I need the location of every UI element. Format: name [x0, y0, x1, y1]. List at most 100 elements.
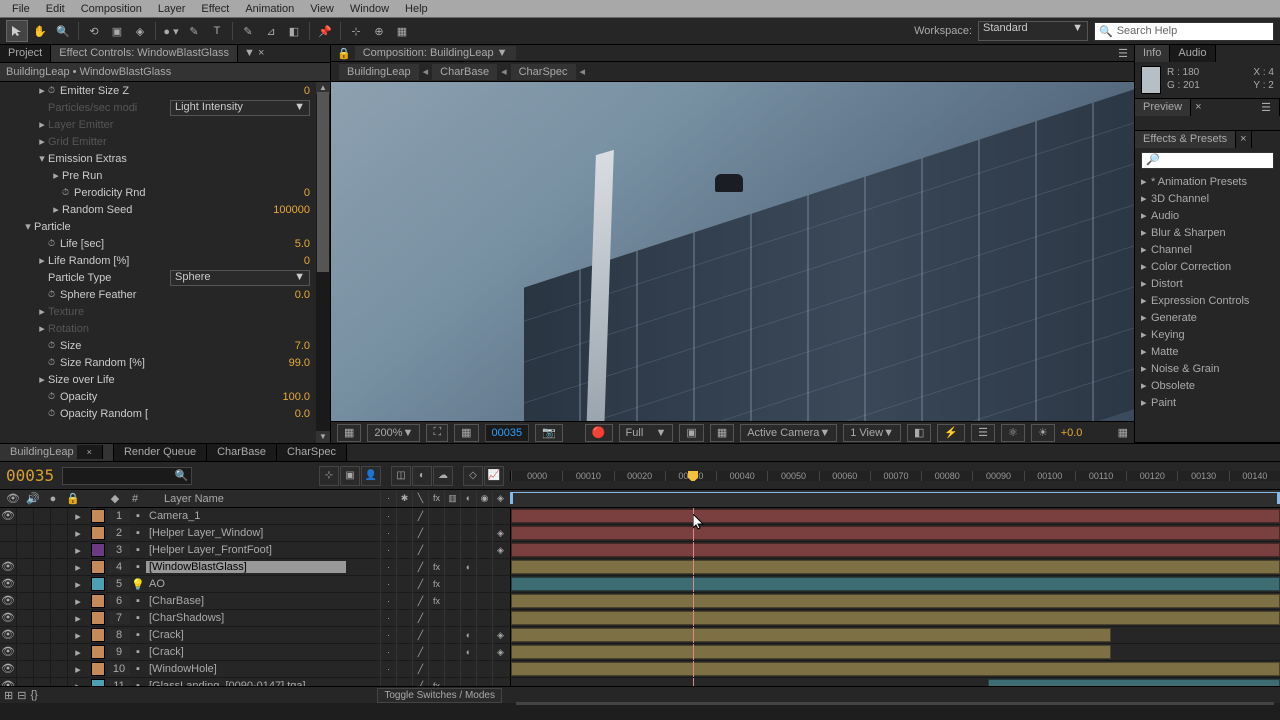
comp-mini-flowchart-icon[interactable]: ⊹	[319, 466, 339, 486]
auto-keyframe-icon[interactable]: ◇	[463, 466, 483, 486]
twirl-icon[interactable]: ▸	[68, 561, 88, 574]
eye-icon[interactable]	[0, 542, 17, 559]
twirl-icon[interactable]: ▸	[1141, 192, 1151, 205]
layer-switch[interactable]	[444, 542, 460, 559]
twirl-icon[interactable]: ▸	[36, 373, 48, 386]
effect-property-row[interactable]: ⏱Life [sec]5.0	[0, 235, 330, 252]
effect-property-row[interactable]: ▸Grid Emitter	[0, 133, 330, 150]
layer-switch[interactable]	[444, 525, 460, 542]
grid-icon[interactable]: ▦	[337, 424, 361, 442]
stopwatch-icon[interactable]: ⏱	[48, 85, 60, 96]
layer-switch[interactable]	[428, 661, 444, 678]
preset-category[interactable]: ▸ Channel	[1135, 241, 1280, 258]
current-time[interactable]: 00035	[6, 466, 54, 485]
layer-name[interactable]: [Crack]	[146, 629, 346, 641]
preset-category[interactable]: ▸ Audio	[1135, 207, 1280, 224]
layer-switch[interactable]	[492, 610, 508, 627]
layer-switch[interactable]	[396, 610, 412, 627]
twirl-icon[interactable]: ▾	[36, 152, 48, 165]
effect-property-row[interactable]: ▾Particle	[0, 218, 330, 235]
twirl-icon[interactable]: ▸	[1141, 209, 1151, 222]
composition-dropdown[interactable]: Composition: BuildingLeap ▼	[355, 46, 516, 60]
twirl-icon[interactable]: ▸	[1141, 226, 1151, 239]
shy-icon[interactable]: 👤	[361, 466, 381, 486]
effect-property-row[interactable]: ▸Size over Life	[0, 371, 330, 388]
preset-category[interactable]: ▸ Noise & Grain	[1135, 360, 1280, 377]
twirl-icon[interactable]: ▸	[36, 118, 48, 131]
layer-switch[interactable]: ◐	[460, 644, 476, 661]
stopwatch-icon[interactable]: ⏱	[48, 357, 60, 368]
toggle-modes-icon[interactable]: ⊟	[17, 689, 26, 702]
grid-toggle-icon[interactable]: ▦	[710, 424, 734, 442]
switch-fx-icon[interactable]: fx	[428, 490, 444, 507]
solo-icon[interactable]	[34, 644, 51, 661]
effect-property-row[interactable]: ▸Random Seed100000	[0, 201, 330, 218]
world-axis-icon[interactable]: ⊕	[368, 20, 390, 42]
layer-duration-bar[interactable]	[511, 611, 1280, 625]
layer-switch[interactable]: fx	[428, 593, 444, 610]
eye-icon[interactable]: 👁	[0, 508, 17, 525]
property-value[interactable]: 0	[304, 187, 310, 199]
layer-switch[interactable]	[476, 576, 492, 593]
audio-icon[interactable]	[17, 678, 34, 687]
layer-switch[interactable]: ╱	[412, 542, 428, 559]
audio-icon[interactable]	[17, 644, 34, 661]
layer-switch[interactable]	[444, 678, 460, 687]
lock-icon[interactable]	[51, 559, 68, 576]
clone-tool[interactable]: ⊿	[260, 20, 282, 42]
layer-switch[interactable]: ╱	[412, 576, 428, 593]
menu-composition[interactable]: Composition	[73, 1, 150, 17]
twirl-icon[interactable]: ▸	[1141, 311, 1151, 324]
playhead[interactable]	[693, 471, 694, 481]
audio-icon[interactable]	[17, 610, 34, 627]
layer-switch[interactable]: ·	[380, 610, 396, 627]
switch-motionblur-icon[interactable]: ◐	[460, 490, 476, 507]
effect-property-row[interactable]: ⏱Sphere Feather0.0	[0, 286, 330, 303]
property-select[interactable]: Sphere▼	[170, 270, 310, 286]
eye-icon[interactable]: 👁	[0, 627, 17, 644]
switch-collapse-icon[interactable]: ✱	[396, 490, 412, 507]
label-column-icon[interactable]: ◆	[106, 492, 124, 505]
twirl-icon[interactable]: ▾	[22, 220, 34, 233]
layer-duration-bar[interactable]	[511, 526, 1280, 540]
graph-editor-icon[interactable]: 📈	[484, 466, 504, 486]
layer-color-label[interactable]	[91, 594, 105, 608]
property-value[interactable]: 0	[304, 255, 310, 267]
layer-switch[interactable]: ╱	[412, 644, 428, 661]
menu-help[interactable]: Help	[397, 1, 436, 17]
audio-icon[interactable]	[17, 627, 34, 644]
layer-switch[interactable]	[492, 661, 508, 678]
close-icon[interactable]: ×	[1236, 131, 1251, 148]
audio-icon[interactable]	[17, 593, 34, 610]
layer-duration-bar[interactable]	[511, 577, 1280, 591]
brainstorm-icon[interactable]: ☁	[433, 466, 453, 486]
stopwatch-icon[interactable]: ⏱	[48, 408, 60, 419]
eye-icon[interactable]: 👁	[0, 576, 17, 593]
switch-quality-icon[interactable]: ╲	[412, 490, 428, 507]
motion-blur-icon[interactable]: ◐	[412, 466, 432, 486]
layer-switch[interactable]	[460, 593, 476, 610]
hand-tool[interactable]: ✋	[29, 20, 51, 42]
preset-category[interactable]: ▸ Keying	[1135, 326, 1280, 343]
layer-switch[interactable]	[428, 508, 444, 525]
toggle-switches-modes[interactable]: Toggle Switches / Modes	[377, 688, 502, 703]
lock-icon[interactable]	[51, 593, 68, 610]
stopwatch-icon[interactable]: ⏱	[48, 340, 60, 351]
layer-switch[interactable]: ·	[380, 627, 396, 644]
layer-name[interactable]: [Helper Layer_FrontFoot]	[146, 544, 346, 556]
layer-switch[interactable]: ·	[380, 508, 396, 525]
layer-switch[interactable]: ╱	[412, 661, 428, 678]
safe-zones-icon[interactable]: ▣	[679, 424, 703, 442]
snapshot-icon[interactable]: 📷	[535, 424, 563, 442]
pan-behind-tool[interactable]: ◈	[129, 20, 151, 42]
puppet-tool[interactable]: 📌	[314, 20, 336, 42]
layer-switch[interactable]	[396, 525, 412, 542]
timeline-search[interactable]: 🔍	[62, 467, 192, 485]
zoom-select[interactable]: 200% ▼	[367, 424, 420, 442]
twirl-icon[interactable]: ▸	[1141, 175, 1151, 188]
layer-switch[interactable]	[476, 610, 492, 627]
effect-scrollbar[interactable]: ▲ ▼	[316, 82, 330, 443]
layer-switch[interactable]: ╱	[412, 508, 428, 525]
layer-row[interactable]: 👁▸1▪Camera_1·╱	[0, 508, 1280, 525]
layer-color-label[interactable]	[91, 526, 105, 540]
